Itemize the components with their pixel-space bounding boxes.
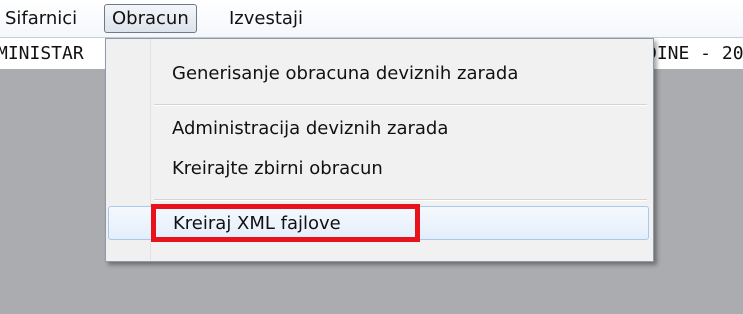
menu-item-label: Administracija deviznih zarada	[172, 118, 449, 139]
menu-separator	[154, 104, 647, 106]
menu-obracun[interactable]: Obracun	[104, 4, 197, 33]
menu-bar: Sifarnici Obracun Izvestaji	[0, 0, 743, 37]
menu-item-kreiraj-xml[interactable]: Kreiraj XML fajlove	[108, 206, 649, 240]
obracun-dropdown-menu: Generisanje obracuna deviznih zarada Adm…	[105, 38, 654, 262]
title-text-right: DINE - 20	[646, 43, 743, 64]
menu-item-zbirni-obracun[interactable]: Kreirajte zbirni obracun	[108, 152, 649, 186]
menu-item-label: Generisanje obracuna deviznih zarada	[172, 63, 519, 84]
menu-item-administracija[interactable]: Administracija deviznih zarada	[108, 112, 649, 146]
menu-sifarnici[interactable]: Sifarnici	[0, 5, 84, 32]
menu-izvestaji[interactable]: Izvestaji	[222, 5, 310, 32]
menu-item-label: Kreirajte zbirni obracun	[172, 158, 383, 179]
title-text-left: MINISTAR	[0, 43, 84, 64]
menu-item-generisanje[interactable]: Generisanje obracuna deviznih zarada	[108, 57, 649, 91]
menu-item-label: Kreiraj XML fajlove	[173, 213, 341, 234]
menu-separator	[154, 199, 647, 201]
